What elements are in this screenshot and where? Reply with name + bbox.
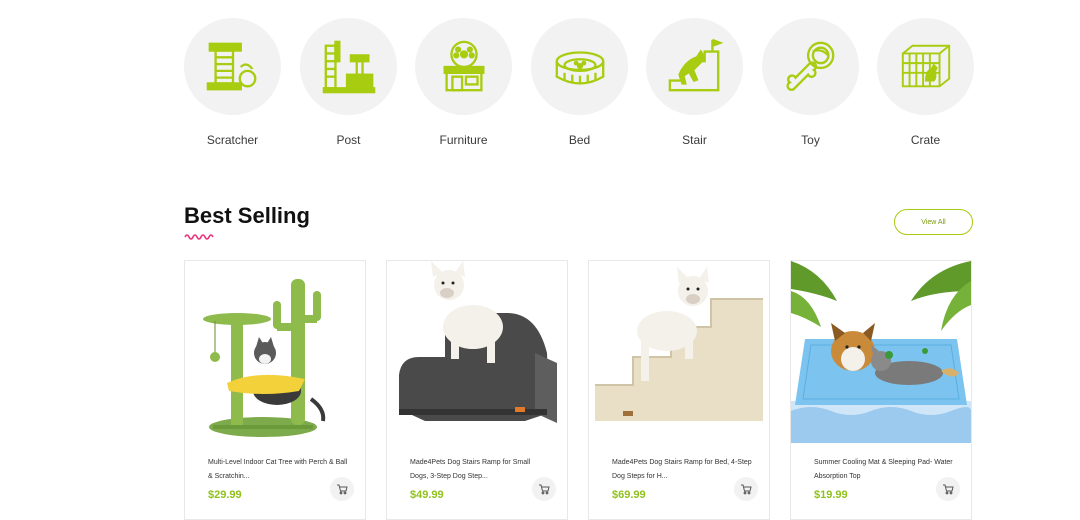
dog-stairs-gray-image xyxy=(387,261,567,443)
product-name[interactable]: Summer Cooling Mat & Sleeping Pad- Water… xyxy=(814,456,954,484)
cooling-mat-image xyxy=(791,261,971,443)
category-label: Crate xyxy=(910,133,941,147)
category-label: Bed xyxy=(568,133,591,147)
product-price: $19.99 xyxy=(814,489,848,501)
pet-stair-icon xyxy=(668,38,723,91)
product-card[interactable]: Summer Cooling Mat & Sleeping Pad- Water… xyxy=(790,260,972,520)
view-all-button[interactable]: View All xyxy=(894,209,973,235)
category-crate[interactable]: Crate xyxy=(877,18,974,147)
product-image[interactable] xyxy=(791,261,971,443)
product-price: $49.99 xyxy=(410,489,444,501)
category-stair-circle[interactable] xyxy=(646,18,743,115)
pet-bed-icon xyxy=(555,50,604,85)
add-to-cart-button[interactable] xyxy=(734,477,758,501)
category-crate-circle[interactable] xyxy=(877,18,974,115)
product-image[interactable] xyxy=(387,261,567,443)
product-card[interactable]: Made4Pets Dog Stairs Ramp for Bed, 4-Ste… xyxy=(588,260,770,520)
category-label: Furniture xyxy=(439,133,488,147)
product-price: $69.99 xyxy=(612,489,646,501)
category-row: Scratcher Post Furniture Bed Stair Toy C… xyxy=(184,18,974,150)
category-furniture[interactable]: Furniture xyxy=(415,18,512,147)
pet-crate-icon xyxy=(901,44,950,87)
product-image[interactable] xyxy=(589,261,769,443)
category-bed[interactable]: Bed xyxy=(531,18,628,147)
category-furniture-circle[interactable] xyxy=(415,18,512,115)
cat-post-icon xyxy=(322,40,375,93)
category-label: Post xyxy=(336,133,361,147)
section-title: Best Selling xyxy=(184,203,310,228)
add-to-cart-button[interactable] xyxy=(532,477,556,501)
cat-scratcher-icon xyxy=(206,42,256,90)
cat-tree-image xyxy=(185,261,365,443)
product-name[interactable]: Made4Pets Dog Stairs Ramp for Small Dogs… xyxy=(410,456,550,484)
category-toy-circle[interactable] xyxy=(762,18,859,115)
product-image[interactable] xyxy=(185,261,365,443)
category-toy[interactable]: Toy xyxy=(762,18,859,147)
pet-toy-icon xyxy=(786,41,834,91)
cart-icon xyxy=(539,484,550,495)
squiggle-underline xyxy=(184,234,214,240)
category-label: Stair xyxy=(682,133,707,147)
category-post[interactable]: Post xyxy=(300,18,397,147)
category-bed-circle[interactable] xyxy=(531,18,628,115)
category-stair[interactable]: Stair xyxy=(646,18,743,147)
category-scratcher[interactable]: Scratcher xyxy=(184,18,281,147)
add-to-cart-button[interactable] xyxy=(936,477,960,501)
add-to-cart-button[interactable] xyxy=(330,477,354,501)
cart-icon xyxy=(943,484,954,495)
product-name[interactable]: Made4Pets Dog Stairs Ramp for Bed, 4-Ste… xyxy=(612,456,752,484)
product-price: $29.99 xyxy=(208,489,242,501)
product-card[interactable]: Multi-Level Indoor Cat Tree with Perch &… xyxy=(184,260,366,520)
product-name[interactable]: Multi-Level Indoor Cat Tree with Perch &… xyxy=(208,456,348,484)
cart-icon xyxy=(741,484,752,495)
category-scratcher-circle[interactable] xyxy=(184,18,281,115)
cart-icon xyxy=(337,484,348,495)
product-card[interactable]: Made4Pets Dog Stairs Ramp for Small Dogs… xyxy=(386,260,568,520)
category-label: Scratcher xyxy=(206,133,259,147)
dog-stairs-beige-image xyxy=(589,261,769,443)
category-post-circle[interactable] xyxy=(300,18,397,115)
category-label: Toy xyxy=(801,133,820,147)
pet-furniture-icon xyxy=(443,40,484,91)
